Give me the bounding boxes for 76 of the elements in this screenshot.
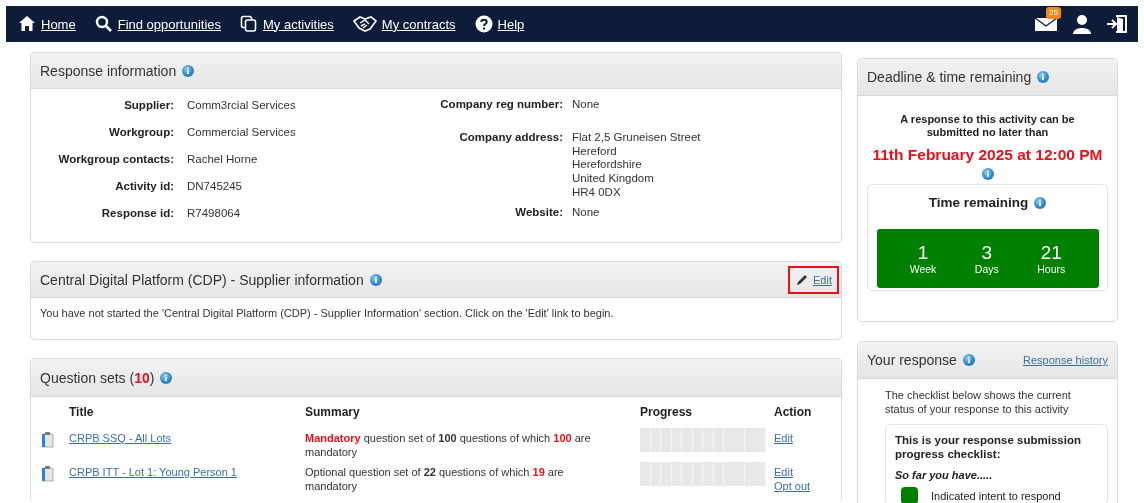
action-link[interactable]: Edit [774,431,793,445]
info-icon[interactable] [369,273,382,286]
countdown-unit: Week [909,262,937,275]
column-header: Title [69,397,305,431]
question-set-link[interactable]: CRPB ITT - Lot 1: Young Person 1 [69,466,237,478]
field-value: R7498064 [187,206,242,219]
summary-text: Mandatory question set of 100 questions of which 100 are mandatory [305,432,591,458]
info-icon[interactable] [182,64,195,77]
panel-title: Deadline & time remaining [867,69,1032,85]
field-label: Activity id: [114,179,174,192]
field-value: Flat 2,5 Gruneisen Street [572,131,701,145]
field-label: Supplier: [123,98,174,111]
copy-icon [240,15,259,33]
help-icon [474,15,493,33]
clipboard-icon [41,431,54,448]
action-link[interactable]: Edit [774,465,793,479]
response-history-link[interactable]: Response history [1023,354,1108,366]
nav-link[interactable]: Help [497,16,525,32]
countdown-value: 21 [1040,242,1062,263]
column-header: Action [774,404,813,421]
time-remaining-title: Time remaining [928,195,1029,210]
pencil-icon [796,273,809,286]
panel-title: Response information [40,62,177,79]
deadline-date: 11th February 2025 at 12:00 PM [871,146,1104,164]
nav-link[interactable]: My contracts [381,16,456,32]
field-value: Comm3rcial Services [187,98,297,111]
info-icon[interactable] [981,168,994,180]
checklist-item: Indicated intent to respond [931,489,1061,502]
countdown-unit: Days [974,262,999,275]
field-label: Response id: [100,206,174,219]
countdown-value: 3 [981,242,993,263]
question-set-link[interactable]: CRPB SSQ - All Lots [69,432,172,444]
nav-link[interactable]: Home [41,16,76,32]
nav-link[interactable]: My activities [263,16,334,32]
field-label: Workgroup: [108,125,174,138]
search-icon [94,15,113,33]
field-value: Herefordshire [572,158,643,173]
deadline-intro: A response to this activity can be submitted no later than [899,113,1076,139]
panel-title: Your response [867,352,957,368]
checklist-intro: The checklist below shows the current status of your response to this activity [884,388,1072,416]
panel-title: Question sets (10) [40,369,155,386]
message-count-badge: 25 [1046,7,1061,19]
field-value: None [572,205,601,220]
section-message: You have not started the 'Central Digital Platform (CDP) - Supplier Information' section. Click on the 'Edit' link to begin. [39,306,615,321]
field-label: Workgroup contacts: [57,152,174,165]
action-link[interactable]: Opt out [774,479,811,493]
field-value: Rachel Horne [187,152,259,165]
info-icon[interactable] [1037,71,1050,83]
field-label: Company address: [458,131,563,146]
field-value: DN745245 [187,179,243,192]
info-icon[interactable] [1034,196,1047,209]
nav-link[interactable]: Find opportunities [117,16,222,32]
info-icon[interactable] [160,371,173,384]
summary-text: Optional question set of 22 questions of which 19 are mandatory [305,466,564,492]
field-label: Company reg number: [439,98,563,112]
countdown-unit: Hours [1037,262,1066,275]
handshake-icon [352,15,377,33]
info-icon[interactable] [962,354,975,366]
home-icon [18,15,36,33]
panel-title: Central Digital Platform (CDP) - Supplier information [40,271,364,288]
field-label: Website: [514,205,563,220]
user-icon[interactable] [1072,14,1092,34]
column-header: Summary [305,397,640,431]
field-value: Commercial Services [187,125,297,138]
column-header: Progress [640,397,774,431]
edit-link[interactable]: Edit [813,273,832,286]
countdown-value: 1 [917,242,929,263]
checklist-title: This is your response submission progress checklist: [895,433,1082,461]
sign-out-icon[interactable] [1106,14,1128,34]
mail-icon[interactable] [1034,16,1058,32]
field-value: None [572,98,601,112]
checklist-subtitle: So far you have..... [895,469,994,481]
clipboard-icon [41,465,54,482]
field-value: HR4 0DX [572,185,622,200]
field-value: United Kingdom [572,172,655,186]
field-value: Hereford [572,144,618,159]
